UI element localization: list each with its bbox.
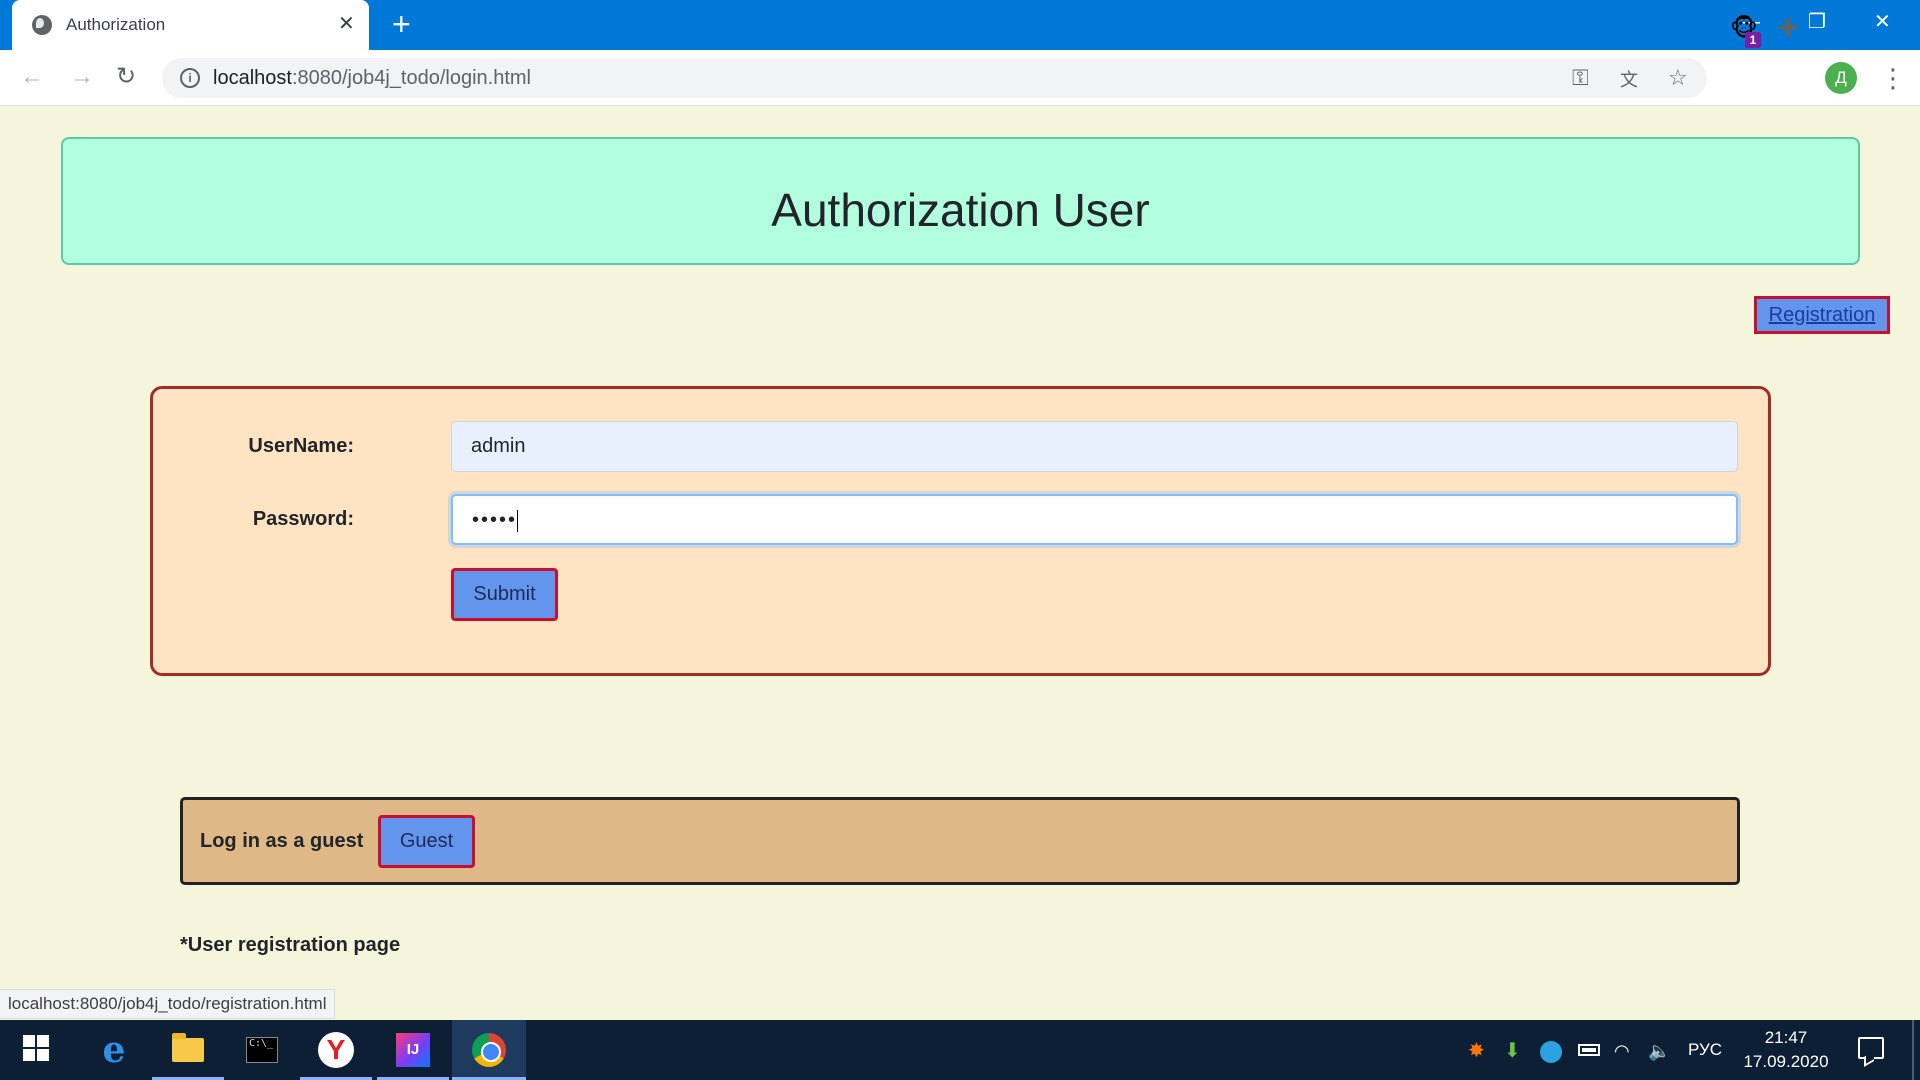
wifi-icon[interactable]: ◠ [1614, 1040, 1630, 1062]
url-text[interactable]: localhost:8080/job4j_todo/login.html [213, 67, 531, 90]
site-info-icon[interactable]: i [180, 68, 200, 88]
translate-icon[interactable]: 文 [1620, 66, 1638, 94]
taskbar-intellij-idea[interactable]: IJ [377, 1020, 449, 1080]
address-bar[interactable]: i localhost:8080/job4j_todo/login.html ⚿… [162, 58, 1707, 98]
key-icon[interactable]: ⚿ [1572, 64, 1589, 92]
tab-title: Authorization [66, 15, 166, 34]
new-tab-button[interactable]: + [392, 8, 411, 40]
guest-login-panel: Log in as a guest Guest [180, 797, 1740, 885]
browser-menu-icon[interactable]: ⋮ [1880, 64, 1906, 92]
password-input[interactable]: ••••• [451, 494, 1738, 545]
globe-icon [32, 15, 52, 35]
guest-label: Log in as a guest [200, 830, 364, 852]
password-masked-value: ••••• [472, 509, 518, 531]
username-input[interactable]: admin [451, 421, 1738, 472]
back-arrow-icon[interactable]: ← [20, 62, 44, 92]
yandex-icon: Y [318, 1031, 354, 1068]
registration-link-text[interactable]: Registration [1757, 299, 1887, 331]
clock[interactable]: 21:47 17.09.2020 [1736, 1026, 1836, 1074]
windows-taskbar: e C:\_ Y IJ [0, 1020, 1920, 1080]
folder-icon [172, 1032, 204, 1062]
username-label: UserName: [248, 435, 354, 457]
page-header: Authorization User [61, 137, 1860, 265]
browser-toolbar: ← → ↻ i localhost:8080/job4j_todo/login.… [0, 50, 1920, 106]
avast-tray-icon[interactable]: ✸ [1468, 1040, 1485, 1062]
telegram-tray-icon[interactable] [1540, 1041, 1562, 1063]
restore-icon[interactable]: ❐ [1808, 8, 1826, 36]
taskbar-command-prompt[interactable]: C:\_ [226, 1020, 298, 1080]
show-desktop-button[interactable] [1912, 1020, 1914, 1080]
taskbar-chrome[interactable] [452, 1020, 526, 1080]
windows-logo-icon [23, 1034, 49, 1061]
tab-close-icon[interactable]: ✕ [338, 11, 355, 37]
battery-icon[interactable] [1578, 1044, 1600, 1056]
reload-icon[interactable]: ↻ [116, 62, 136, 92]
guest-button[interactable]: Guest [378, 815, 475, 868]
status-bar-url: localhost:8080/job4j_todo/registration.h… [0, 989, 336, 1019]
terminal-icon: C:\_ [246, 1036, 278, 1063]
close-window-icon[interactable]: ✕ [1874, 8, 1891, 36]
extensions-puzzle-icon[interactable]: ✚ [1778, 14, 1798, 44]
edge-icon: e [102, 1029, 126, 1071]
page-title: Authorization User [771, 184, 1150, 236]
volume-muted-icon[interactable]: 🔈 [1648, 1040, 1670, 1062]
download-tray-icon[interactable]: ⬇ [1504, 1040, 1521, 1062]
clock-date: 17.09.2020 [1743, 1052, 1829, 1071]
taskbar-file-explorer[interactable] [152, 1020, 224, 1080]
extension-badge: 1 [1745, 32, 1761, 48]
login-form: UserName: admin Password: ••••• Submit [150, 386, 1771, 676]
language-indicator[interactable]: РУС [1688, 1039, 1722, 1061]
registration-link[interactable]: Registration [1754, 296, 1890, 334]
chrome-icon [472, 1032, 506, 1067]
start-button[interactable] [0, 1020, 72, 1080]
password-label: Password: [252, 508, 354, 530]
profile-avatar[interactable]: Д [1825, 62, 1857, 94]
forward-arrow-icon[interactable]: → [70, 62, 94, 92]
clock-time: 21:47 [1764, 1028, 1808, 1047]
taskbar-yandex-browser[interactable]: Y [300, 1020, 372, 1080]
submit-button[interactable]: Submit [451, 568, 558, 621]
notification-center-icon[interactable] [1858, 1037, 1884, 1059]
taskbar-edge[interactable]: e [78, 1020, 150, 1080]
bookmark-star-icon[interactable]: ☆ [1668, 64, 1688, 92]
intellij-icon: IJ [396, 1032, 430, 1067]
browser-tab-authorization[interactable]: Authorization ✕ [12, 0, 369, 50]
browser-titlebar: Authorization ✕ + — ❐ ✕ [0, 0, 1920, 50]
registration-note: *User registration page [180, 934, 401, 956]
text-caret [517, 509, 519, 532]
